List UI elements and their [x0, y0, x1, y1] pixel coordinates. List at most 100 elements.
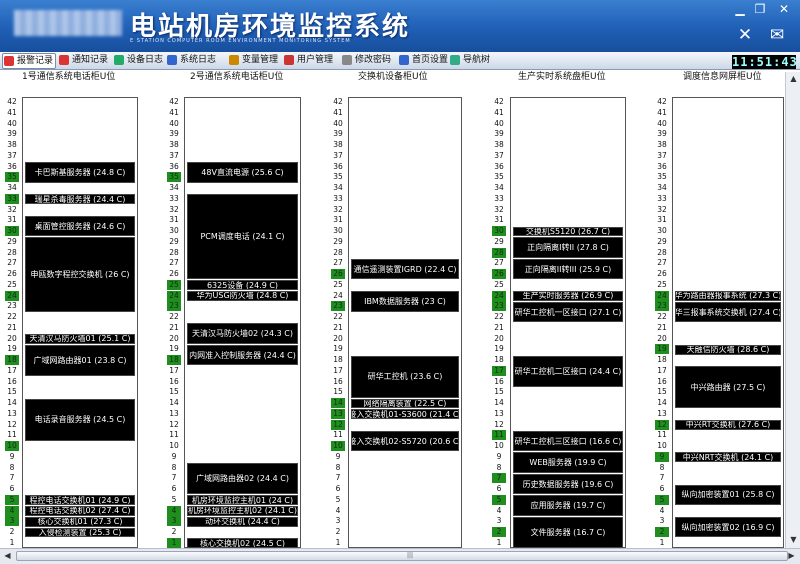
rack-unit-number: 16: [169, 376, 179, 386]
rack-device[interactable]: 中兴路由器 (27.5 C): [675, 366, 781, 409]
rack-device[interactable]: 纵向加密装置01 (25.8 C): [675, 484, 781, 505]
rack-unit-number: 31: [657, 215, 667, 225]
rack-device[interactable]: 动环交换机 (24.4 C): [187, 516, 298, 527]
rack-device[interactable]: 研华工控机一区接口 (27.1 C): [513, 301, 623, 323]
rack-device[interactable]: 桌面管控服务器 (24.6 C): [25, 215, 135, 237]
rack-device[interactable]: IBM数据服务器 (23 C): [351, 291, 459, 312]
restore-button[interactable]: ❐: [752, 2, 768, 16]
rack-device[interactable]: 华三报事系统交换机 (27.4 C): [675, 301, 781, 323]
rack-device[interactable]: 入侵检测装置 (25.3 C): [25, 527, 135, 538]
menu-item-7[interactable]: 修改密码: [341, 53, 395, 67]
rack-device[interactable]: 生产实时服务器 (26.9 C): [513, 291, 623, 301]
rack-device[interactable]: 华为路由器报事系统 (27.3 C): [675, 291, 781, 301]
rack-unit-number: 29: [657, 236, 667, 246]
rack-device[interactable]: 天清汉马防火墙02 (24.3 C): [187, 323, 298, 344]
rack-device[interactable]: 程控电话交换机01 (24.9 C): [25, 495, 135, 505]
rack-unit-number: 40: [494, 118, 504, 128]
rack-device[interactable]: 广域网路由器01 (23.8 C): [25, 344, 135, 376]
rack-device[interactable]: 应用服务器 (19.7 C): [513, 495, 623, 516]
message-icon[interactable]: ✉: [766, 24, 788, 46]
menu-item-label: 首页设置: [412, 55, 449, 65]
rack-unit-number: 36: [169, 161, 179, 171]
rack-device[interactable]: WEB服务器 (19.9 C): [513, 452, 623, 473]
cabinet-title: 交换机设备柜U位: [358, 72, 428, 82]
rack-unit-number: 38: [7, 140, 17, 149]
rack-device[interactable]: 程控电话交换机02 (27.4 C): [25, 506, 135, 516]
rack-unit-number: 20: [657, 333, 667, 343]
rack-device[interactable]: 研华工控机 (23.6 C): [351, 355, 459, 398]
clock-display: 11:51:43: [732, 55, 798, 69]
horizontal-scrollbar[interactable]: ◀ ||| ▶: [0, 548, 800, 564]
menu-item-5[interactable]: 变量管理: [228, 53, 280, 67]
rack-device[interactable]: 天融信防火墙 (28.6 C): [675, 344, 781, 355]
rack-device[interactable]: 华为USG防火墙 (24.8 C): [187, 291, 298, 301]
rack-unit-number: 9: [9, 451, 15, 461]
rack-unit-number: 39: [657, 129, 667, 139]
rack-device[interactable]: 中兴NRT交换机 (24.1 C): [675, 452, 781, 462]
rack-unit-number: 8: [496, 462, 502, 472]
rack-unit-number: 35: [494, 172, 504, 182]
rack-device[interactable]: 天清汉马防火墙01 (25.1 C): [25, 334, 135, 344]
rack-unit-number: 16: [333, 376, 343, 386]
rack-device[interactable]: 纵向加密装置02 (16.9 C): [675, 516, 781, 538]
rack-device[interactable]: 历史数据服务器 (19.6 C): [513, 473, 623, 495]
minimize-button[interactable]: ▁: [732, 2, 748, 16]
vertical-scrollbar[interactable]: ▲ ▼: [785, 72, 800, 548]
rack-device[interactable]: 申瓯数字程控交换机 (26 C): [25, 237, 135, 312]
scroll-right-icon[interactable]: ▶: [785, 550, 798, 562]
scroll-up-icon[interactable]: ▲: [787, 73, 800, 85]
scroll-down-icon[interactable]: ▼: [787, 534, 800, 546]
scroll-thumb[interactable]: [16, 551, 788, 561]
rack-unit-number: 19: [494, 344, 504, 354]
rack-unit-number: 3: [335, 516, 341, 526]
rack-device[interactable]: 网络隔离装置 (22.5 C): [351, 398, 459, 409]
rack-device[interactable]: 交换机S5120 (26.7 C): [513, 226, 623, 237]
rack-device[interactable]: 核心交换机02 (24.5 C): [187, 538, 298, 548]
rack-unit-number: 25: [333, 279, 343, 289]
scroll-left-icon[interactable]: ◀: [1, 550, 14, 562]
rack-device[interactable]: 内网准入控制服务器 (24.4 C): [187, 344, 298, 366]
rack-device[interactable]: 6325设备 (24.9 C): [187, 280, 298, 290]
rack-device[interactable]: 电话录音服务器 (24.5 C): [25, 398, 135, 441]
rack-device[interactable]: 接入交换机02-S5720 (20.6 C): [351, 430, 459, 452]
rack-device[interactable]: 文件服务器 (16.7 C): [513, 516, 623, 548]
rack-unit-number: 20: [169, 333, 179, 343]
menu-item-8[interactable]: 首页设置: [398, 53, 449, 67]
menu-item-2[interactable]: 通知记录: [58, 53, 110, 67]
rack-unit-number: 17: [333, 365, 343, 375]
menu-item-4[interactable]: 系统日志: [166, 53, 224, 67]
rack-device[interactable]: 机房环境监控主机01 (24 C): [187, 495, 298, 505]
rack-device[interactable]: 瑞星杀毒服务器 (24.4 C): [25, 194, 135, 204]
rack-unit-number: 31: [494, 215, 504, 225]
rack-unit-number: 11: [333, 430, 343, 440]
menu-item-3[interactable]: 设备日志: [113, 53, 163, 67]
rack-unit-number: 13: [331, 408, 345, 419]
rack-device[interactable]: 接入交换机01-S3600 (21.4 C): [351, 409, 459, 419]
rack-unit-number: 30: [492, 226, 506, 236]
rack-unit-number: 4: [335, 505, 341, 515]
rack-device[interactable]: 正向隔离I转II (27.8 C): [513, 237, 623, 258]
rack-device[interactable]: 卡巴斯基服务器 (24.8 C): [25, 162, 135, 183]
wrench-mute-icon[interactable]: ✕: [734, 24, 756, 46]
rack-unit-number: 38: [657, 140, 667, 149]
rack-unit-number: 27: [333, 258, 343, 268]
rack-unit-number: 5: [655, 494, 669, 505]
rack-device[interactable]: 广域网路由器02 (24.4 C): [187, 463, 298, 495]
rack-device[interactable]: 机房环境监控主机02 (24.1 C): [187, 506, 298, 516]
menu-item-9[interactable]: 导航树: [449, 53, 495, 67]
rack-device[interactable]: PCM调度电话 (24.1 C): [187, 194, 298, 280]
close-button[interactable]: ✕: [776, 2, 792, 16]
rack-device[interactable]: 通信遥测装置IGRD (22.4 C): [351, 258, 459, 280]
rack-device[interactable]: 48V直流电源 (25.6 C): [187, 162, 298, 183]
menu-item-1[interactable]: 报警记录: [2, 53, 56, 69]
rack-unit-number: 2: [655, 527, 669, 537]
menu-item-6[interactable]: 用户管理: [283, 53, 337, 67]
rack-unit-number: 10: [5, 441, 19, 451]
rack-device[interactable]: 研华工控机二区接口 (24.4 C): [513, 355, 623, 387]
rack-unit-number: 22: [169, 312, 179, 321]
rack-device[interactable]: 研华工控机三区接口 (16.6 C): [513, 430, 623, 452]
rack-device[interactable]: 中兴RT交换机 (27.6 C): [675, 420, 781, 430]
rack-device[interactable]: 核心交换机01 (27.3 C): [25, 516, 135, 527]
rack-device[interactable]: 正向隔离II转III (25.9 C): [513, 258, 623, 280]
rack-unit-number: 6: [171, 484, 177, 493]
